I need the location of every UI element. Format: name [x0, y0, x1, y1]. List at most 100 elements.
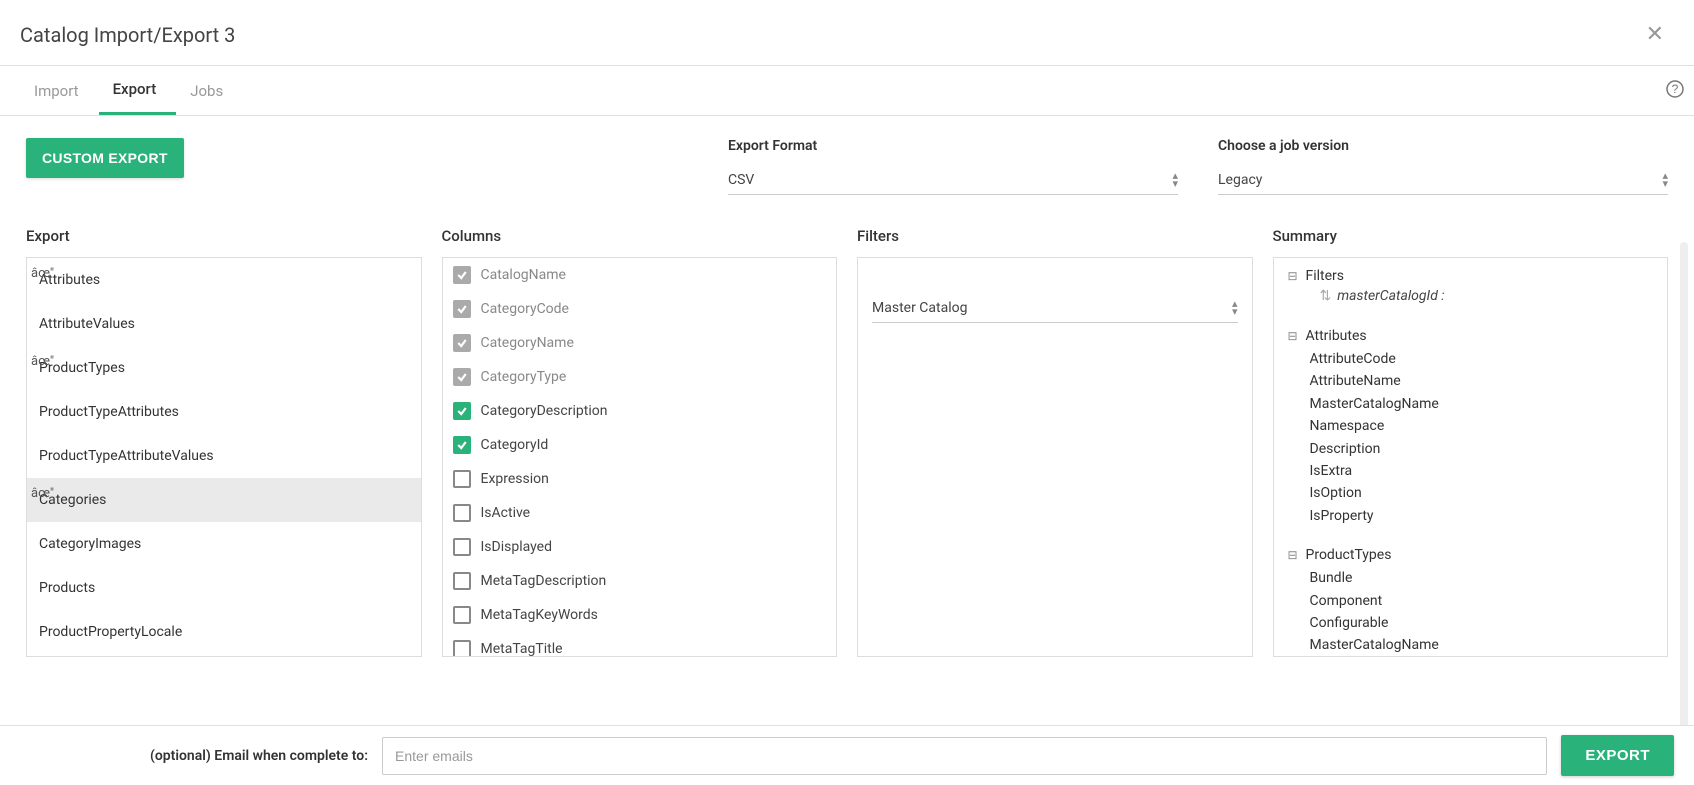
column-item-isdisplayed[interactable]: IsDisplayed [443, 530, 837, 564]
summary-item: AttributeCode [1288, 348, 1654, 370]
column-item-expression[interactable]: Expression [443, 462, 837, 496]
column-label: CategoryCode [481, 301, 569, 317]
footer: (optional) Email when complete to: EXPOR… [0, 725, 1694, 785]
column-item-metatagkeywords[interactable]: MetaTagKeyWords [443, 598, 837, 632]
job-version-label: Choose a job version [1218, 138, 1668, 154]
summary-item: IsExtra [1288, 460, 1654, 482]
summary-attributes-title: Attributes [1306, 328, 1367, 344]
email-input[interactable] [382, 737, 1547, 775]
tab-jobs[interactable]: Jobs [176, 68, 243, 114]
export-panel-title: Export [26, 227, 422, 245]
export-button[interactable]: EXPORT [1561, 735, 1674, 776]
export-item-label: CategoryImages [39, 536, 141, 552]
checkbox[interactable] [453, 334, 471, 352]
columns-panel: Columns CatalogName CategoryCode CategoryN… [442, 227, 838, 657]
export-item-products[interactable]: Products [27, 566, 421, 610]
summary-panel-body[interactable]: ⊟ Filters ⇅masterCatalogId : ⊟ Attribute… [1273, 257, 1669, 657]
export-item-producttypeattributevalues[interactable]: ProductTypeAttributeValues [27, 434, 421, 478]
check-icon: âœ" [31, 486, 54, 501]
summary-producttypes-toggle[interactable]: ⊟ ProductTypes [1288, 547, 1654, 563]
checkbox[interactable] [453, 538, 471, 556]
checkbox[interactable] [453, 436, 471, 454]
export-format-field: Export Format CSV ▴▾ [728, 138, 1178, 195]
scrollbar[interactable] [1680, 242, 1688, 743]
column-item-isactive[interactable]: IsActive [443, 496, 837, 530]
checkbox[interactable] [453, 300, 471, 318]
export-item-categoryimages[interactable]: CategoryImages [27, 522, 421, 566]
master-catalog-label: Master Catalog [872, 300, 967, 316]
checkbox[interactable] [453, 470, 471, 488]
checkbox[interactable] [453, 368, 471, 386]
svg-text:?: ? [1672, 82, 1679, 96]
column-label: Expression [481, 471, 549, 487]
job-version-field: Choose a job version Legacy ▴▾ [1218, 138, 1668, 195]
checkbox[interactable] [453, 640, 471, 657]
collapse-icon: ⊟ [1288, 330, 1300, 342]
column-label: MetaTagTitle [481, 641, 563, 657]
chevron-down-icon: ▴▾ [1172, 172, 1178, 187]
help-icon[interactable]: ? [1666, 80, 1684, 103]
tab-import[interactable]: Import [20, 68, 99, 114]
export-item-attributes[interactable]: âœ"Attributes [27, 258, 421, 302]
job-version-select[interactable]: Legacy ▴▾ [1218, 166, 1668, 195]
column-label: MetaTagDescription [481, 573, 607, 589]
tabs: Import Export Jobs ? [0, 66, 1694, 116]
export-item-attributevalues[interactable]: AttributeValues [27, 302, 421, 346]
check-icon: âœ" [31, 266, 54, 281]
export-item-categories[interactable]: âœ"Categories [27, 478, 421, 522]
column-label: IsActive [481, 505, 531, 521]
summary-panel: Summary ⊟ Filters ⇅masterCatalogId : ⊟ A… [1273, 227, 1669, 657]
checkbox[interactable] [453, 402, 471, 420]
tab-export[interactable]: Export [99, 66, 177, 115]
summary-item: Component [1288, 590, 1654, 612]
export-item-label: AttributeValues [39, 316, 135, 332]
column-item-categorytype[interactable]: CategoryType [443, 360, 837, 394]
column-item-metatagtitle[interactable]: MetaTagTitle [443, 632, 837, 657]
export-item-productpropertylocale[interactable]: ProductPropertyLocale [27, 610, 421, 654]
column-item-categorycode[interactable]: CategoryCode [443, 292, 837, 326]
column-item-categorydescription[interactable]: CategoryDescription [443, 394, 837, 428]
columns-panel-body[interactable]: CatalogName CategoryCode CategoryName Categ… [442, 257, 838, 657]
checkbox[interactable] [453, 266, 471, 284]
summary-item: IsProperty [1288, 505, 1654, 527]
collapse-icon: ⊟ [1288, 549, 1300, 561]
export-panel-body[interactable]: âœ"AttributesAttributeValuesâœ"ProductTy… [26, 257, 422, 657]
export-format-label: Export Format [728, 138, 1178, 154]
column-label: CatalogName [481, 267, 566, 283]
export-format-value: CSV [728, 172, 754, 188]
column-item-categoryname[interactable]: CategoryName [443, 326, 837, 360]
export-item-label: ProductTypeAttributeValues [39, 448, 214, 464]
checkbox[interactable] [453, 606, 471, 624]
column-item-catalogname[interactable]: CatalogName [443, 258, 837, 292]
column-label: CategoryName [481, 335, 574, 351]
email-label: (optional) Email when complete to: [150, 748, 368, 764]
summary-filters-toggle[interactable]: ⊟ Filters [1288, 268, 1654, 284]
export-item-producttypes[interactable]: âœ"ProductTypes [27, 346, 421, 390]
column-label: CategoryType [481, 369, 567, 385]
chevron-down-icon: ▴▾ [1232, 300, 1238, 315]
column-item-metatagdescription[interactable]: MetaTagDescription [443, 564, 837, 598]
column-label: CategoryDescription [481, 403, 608, 419]
columns-panel-title: Columns [442, 227, 838, 245]
collapse-icon: ⊟ [1288, 270, 1300, 282]
custom-export-button[interactable]: CUSTOM EXPORT [26, 138, 184, 178]
summary-item: IsOption [1288, 482, 1654, 504]
checkbox[interactable] [453, 572, 471, 590]
export-item-label: Products [39, 580, 95, 596]
master-catalog-select[interactable]: Master Catalog ▴▾ [872, 294, 1238, 323]
export-format-select[interactable]: CSV ▴▾ [728, 166, 1178, 195]
close-icon[interactable]: ✕ [1636, 18, 1674, 51]
column-item-categoryid[interactable]: CategoryId [443, 428, 837, 462]
filters-panel: Filters Master Catalog ▴▾ [857, 227, 1253, 657]
check-icon: âœ" [31, 354, 54, 369]
content-area: CUSTOM EXPORT Export Format CSV ▴▾ Choos… [0, 116, 1694, 743]
summary-item: AttributeName [1288, 370, 1654, 392]
summary-attributes-toggle[interactable]: ⊟ Attributes [1288, 328, 1654, 344]
job-version-value: Legacy [1218, 172, 1262, 188]
summary-filters-sub: ⇅masterCatalogId : [1288, 288, 1654, 304]
checkbox[interactable] [453, 504, 471, 522]
summary-item: Description [1288, 438, 1654, 460]
export-item-producttypeattributes[interactable]: ProductTypeAttributes [27, 390, 421, 434]
summary-item: Configurable [1288, 612, 1654, 634]
column-label: IsDisplayed [481, 539, 552, 555]
